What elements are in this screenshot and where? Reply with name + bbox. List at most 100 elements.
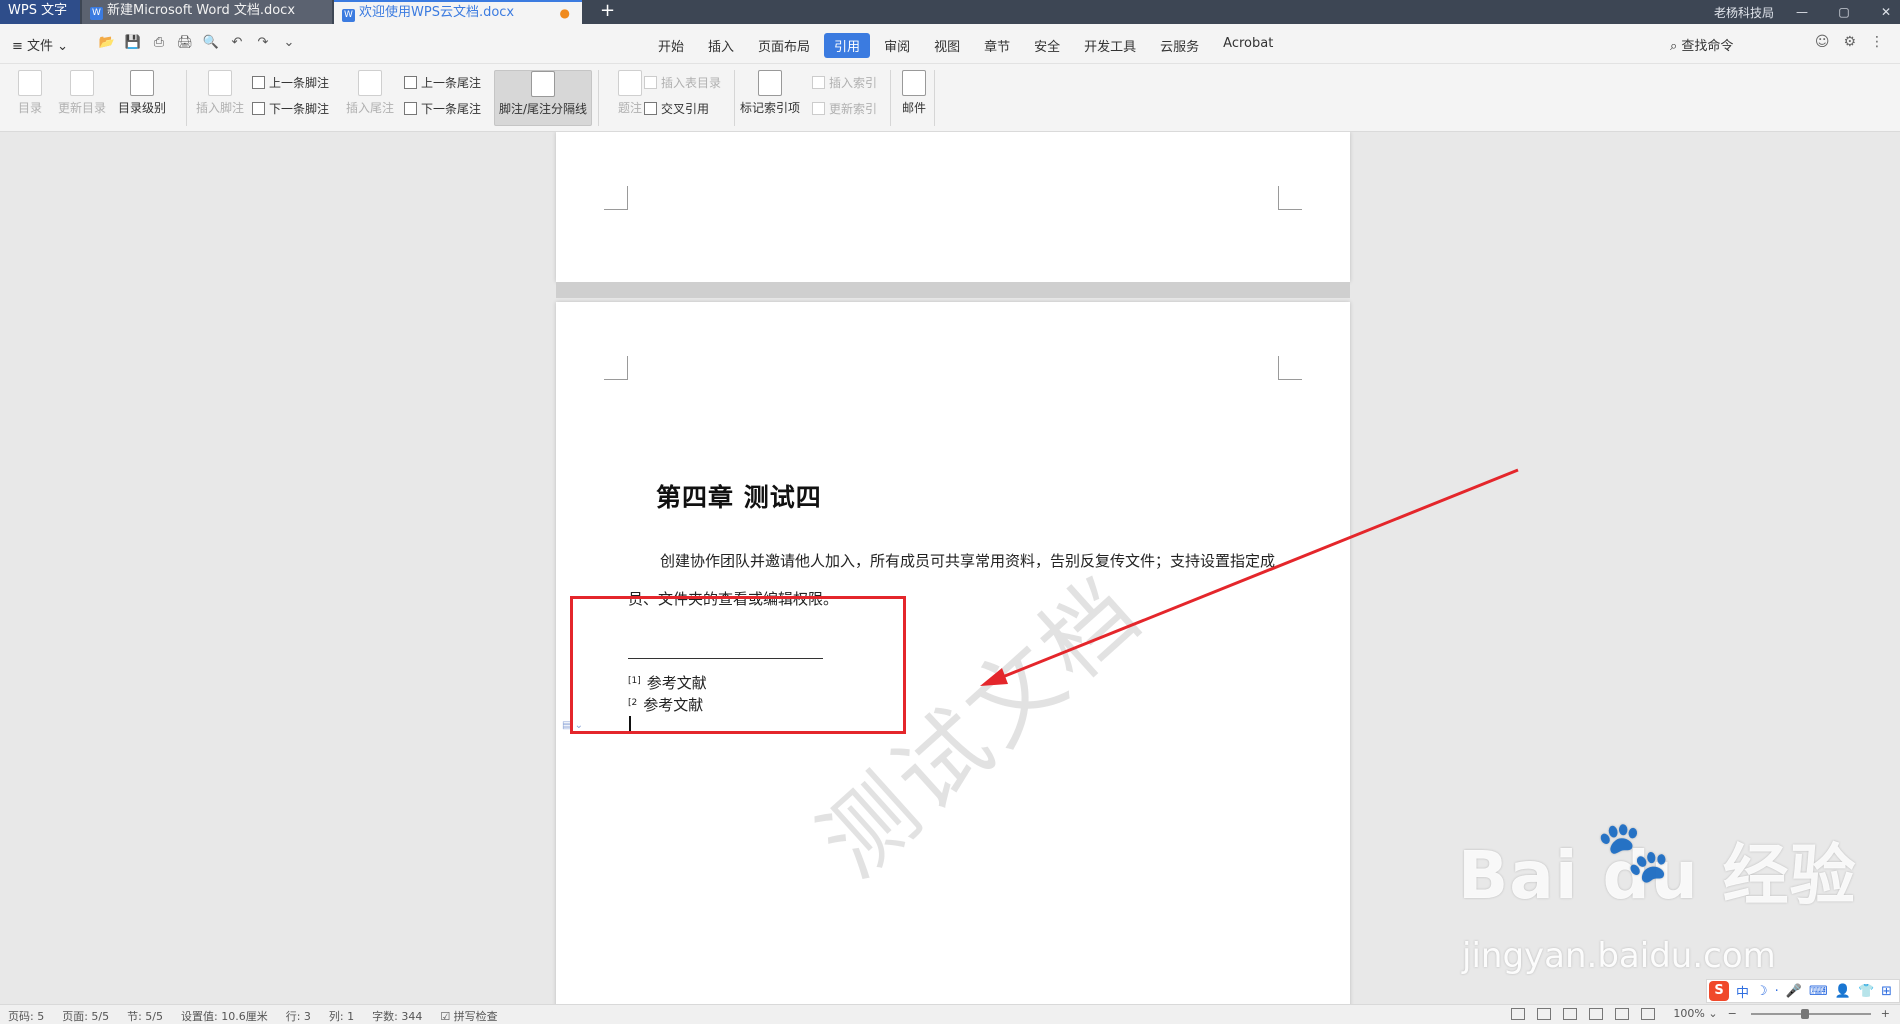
ime-punct-icon[interactable]: · bbox=[1775, 984, 1779, 999]
toc-icon bbox=[18, 70, 42, 96]
quick-access-toolbar: 📂 💾 ⎙ 🖨 🔍 ↶ ↷ ⌄ bbox=[96, 34, 304, 52]
status-page[interactable]: 页面: 5/5 bbox=[62, 1008, 109, 1024]
zoom-in-icon[interactable]: + bbox=[1881, 1007, 1890, 1020]
margin-corner-mark bbox=[1278, 186, 1302, 210]
annotation-highlight-box bbox=[570, 596, 906, 734]
insert-table-toc-button[interactable]: 插入表目录 bbox=[644, 72, 721, 94]
insert-footnote-label: 插入脚注 bbox=[195, 101, 244, 115]
new-tab-button[interactable]: + bbox=[600, 0, 615, 22]
footnote-separator-button[interactable]: 脚注/尾注分隔线 bbox=[494, 70, 592, 126]
ime-toolbar[interactable]: S 中 ☽ · 🎤 ⌨ 👤 👕 ⊞ bbox=[1706, 979, 1900, 1003]
zoom-slider-thumb[interactable] bbox=[1801, 1008, 1810, 1019]
tab-insert[interactable]: 插入 bbox=[698, 33, 744, 58]
word-doc-icon: W bbox=[90, 7, 103, 20]
eye-protect-icon[interactable] bbox=[1641, 1007, 1656, 1020]
ime-moon-icon[interactable]: ☽ bbox=[1756, 984, 1768, 999]
status-right: 100% ⌄ − + bbox=[1499, 1007, 1890, 1020]
zoom-dropdown[interactable]: 100% ⌄ bbox=[1673, 1007, 1717, 1020]
prev-endnote-button[interactable]: 上一条尾注 bbox=[404, 72, 481, 94]
redo-icon[interactable]: ↷ bbox=[252, 34, 274, 52]
search-command[interactable]: ⌕ 查找命令 bbox=[1670, 35, 1733, 54]
spell-check-toggle[interactable]: ☑ 拼写检查 bbox=[440, 1008, 497, 1024]
sogou-ime-icon[interactable]: S bbox=[1709, 981, 1729, 1001]
tab-cloud[interactable]: 云服务 bbox=[1150, 33, 1209, 58]
read-mode-icon[interactable] bbox=[1537, 1007, 1552, 1020]
status-section[interactable]: 节: 5/5 bbox=[127, 1008, 163, 1024]
tab-chapter[interactable]: 章节 bbox=[974, 33, 1020, 58]
more-icon[interactable]: ⋮ bbox=[1870, 34, 1884, 50]
insert-index-icon bbox=[812, 76, 825, 89]
tab-page-layout[interactable]: 页面布局 bbox=[748, 33, 820, 58]
undo-icon[interactable]: ↶ bbox=[226, 34, 248, 52]
ime-chinese-mode[interactable]: 中 bbox=[1736, 982, 1749, 1001]
tab-security[interactable]: 安全 bbox=[1024, 33, 1070, 58]
margin-corner-mark bbox=[1278, 356, 1302, 380]
ime-mic-icon[interactable]: 🎤 bbox=[1786, 984, 1802, 999]
tab-start[interactable]: 开始 bbox=[648, 33, 694, 58]
settings-gear-icon[interactable]: ⚙ bbox=[1843, 34, 1856, 50]
print-preview-icon[interactable]: 🔍 bbox=[200, 34, 222, 52]
mark-index-icon bbox=[758, 70, 782, 96]
menu-bar: ≡ 文件 ⌄ 📂 💾 ⎙ 🖨 🔍 ↶ ↷ ⌄ 开始 插入 页面布局 引用 审阅 … bbox=[0, 24, 1900, 64]
web-view-icon[interactable] bbox=[1615, 1007, 1630, 1020]
menu-tabs: 开始 插入 页面布局 引用 审阅 视图 章节 安全 开发工具 云服务 Acrob… bbox=[648, 33, 1287, 58]
doc-tab-wps-cloud[interactable]: W 欢迎使用WPS云文档.docx ● bbox=[334, 0, 582, 24]
insert-index-button[interactable]: 插入索引 bbox=[812, 72, 877, 94]
ribbon-divider bbox=[934, 70, 935, 126]
page-view-icon[interactable] bbox=[1563, 1007, 1578, 1020]
ime-user-icon[interactable]: 👤 bbox=[1835, 984, 1851, 999]
prev-footnote-button[interactable]: 上一条脚注 bbox=[252, 72, 329, 94]
print-icon[interactable]: 🖨 bbox=[174, 34, 196, 52]
toc-button[interactable]: 目录 bbox=[0, 70, 60, 116]
insert-endnote-button[interactable]: 插入尾注 bbox=[340, 70, 400, 116]
cross-reference-icon bbox=[644, 102, 657, 115]
tab-review[interactable]: 审阅 bbox=[874, 33, 920, 58]
ime-skin-icon[interactable]: 👕 bbox=[1858, 984, 1874, 999]
status-line[interactable]: 行: 3 bbox=[286, 1008, 311, 1024]
feedback-icon[interactable]: ☺ bbox=[1815, 34, 1830, 50]
page-previous[interactable] bbox=[556, 132, 1350, 282]
toc-level-button[interactable]: 目录级别 bbox=[112, 70, 172, 116]
tab-developer[interactable]: 开发工具 bbox=[1074, 33, 1146, 58]
status-left: 页码: 5 页面: 5/5 节: 5/5 设置值: 10.6厘米 行: 3 列:… bbox=[8, 1008, 516, 1024]
zoom-slider[interactable] bbox=[1750, 1008, 1871, 1019]
status-word-count[interactable]: 字数: 344 bbox=[372, 1008, 422, 1024]
status-page-number[interactable]: 页码: 5 bbox=[8, 1008, 44, 1024]
minimize-icon[interactable]: — bbox=[1788, 5, 1816, 19]
doc-tab-word-new[interactable]: W 新建Microsoft Word 文档.docx bbox=[82, 0, 332, 24]
tab-view[interactable]: 视图 bbox=[924, 33, 970, 58]
ime-tools-icon[interactable]: ⊞ bbox=[1881, 984, 1892, 999]
app-tab-wps[interactable]: WPS 文字 bbox=[0, 0, 80, 24]
export-pdf-icon[interactable]: ⎙ bbox=[148, 34, 170, 52]
mail-button[interactable]: 邮件 bbox=[884, 70, 944, 116]
separator-icon bbox=[531, 71, 555, 97]
user-name[interactable]: 老杨科技局 bbox=[1714, 4, 1774, 21]
mark-index-button[interactable]: 标记索引项 bbox=[740, 70, 800, 116]
tab-acrobat[interactable]: Acrobat bbox=[1213, 33, 1283, 58]
ribbon-divider bbox=[186, 70, 187, 126]
toc-level-icon bbox=[130, 70, 154, 96]
ribbon-divider bbox=[734, 70, 735, 126]
next-footnote-button[interactable]: 下一条脚注 bbox=[252, 98, 329, 120]
toc-label: 目录 bbox=[17, 101, 42, 115]
status-position[interactable]: 设置值: 10.6厘米 bbox=[181, 1008, 268, 1024]
file-menu[interactable]: ≡ 文件 ⌄ bbox=[12, 35, 68, 54]
zoom-out-icon[interactable]: − bbox=[1728, 1007, 1737, 1020]
tab-references[interactable]: 引用 bbox=[824, 33, 871, 58]
maximize-icon[interactable]: ▢ bbox=[1830, 5, 1858, 19]
fullscreen-icon[interactable] bbox=[1511, 1007, 1526, 1020]
close-icon[interactable]: ✕ bbox=[1872, 5, 1900, 19]
update-index-button[interactable]: 更新索引 bbox=[812, 98, 877, 120]
cross-reference-button[interactable]: 交叉引用 bbox=[644, 98, 709, 120]
status-column[interactable]: 列: 1 bbox=[329, 1008, 354, 1024]
update-toc-button[interactable]: 更新目录 bbox=[52, 70, 112, 116]
outline-view-icon[interactable] bbox=[1589, 1007, 1604, 1020]
next-endnote-button[interactable]: 下一条尾注 bbox=[404, 98, 481, 120]
save-icon[interactable]: 💾 bbox=[122, 34, 144, 52]
insert-footnote-button[interactable]: 插入脚注 bbox=[190, 70, 250, 116]
update-toc-label: 更新目录 bbox=[57, 101, 106, 115]
chapter-heading[interactable]: 第四章 测试四 bbox=[656, 478, 822, 514]
open-icon[interactable]: 📂 bbox=[96, 34, 118, 52]
ime-keyboard-icon[interactable]: ⌨ bbox=[1809, 984, 1828, 999]
customize-toolbar-icon[interactable]: ⌄ bbox=[278, 34, 300, 52]
